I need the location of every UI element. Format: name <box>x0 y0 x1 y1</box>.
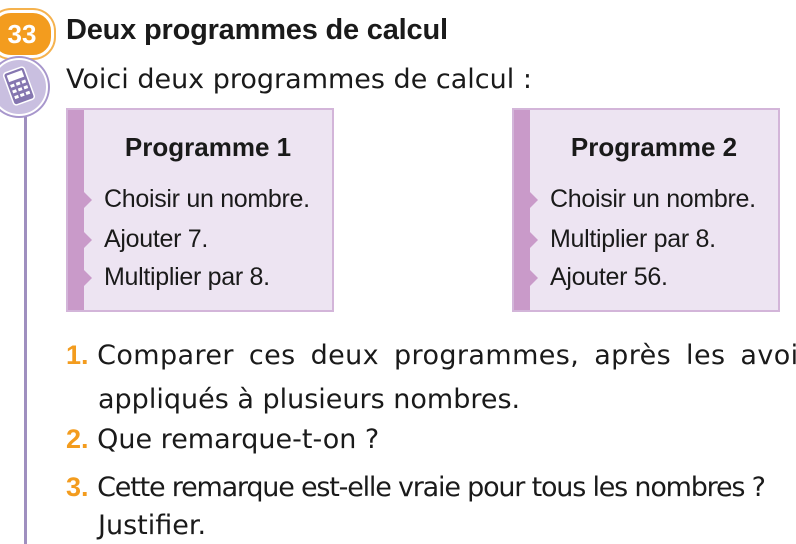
calculator-glyph <box>2 66 36 106</box>
question-text: Comparer ces deux programmes, après les … <box>97 340 796 371</box>
step-arrow-icon <box>84 192 92 208</box>
question-number: 3. <box>66 472 89 502</box>
step-arrow-icon <box>84 270 92 286</box>
program-box-2: Programme 2 Choisir un nombre. Multiplie… <box>512 108 780 312</box>
question-3-continuation: Justifier. <box>98 510 207 541</box>
exercise-number-badge: 33 <box>0 10 54 58</box>
step-label: Choisir un nombre. <box>104 185 310 213</box>
exercise-title: Deux programmes de calcul <box>66 14 448 46</box>
exercise-intro: Voici deux programmes de calcul : <box>66 64 532 95</box>
step-arrow-icon <box>530 270 538 286</box>
program-box-1: Programme 1 Choisir un nombre. Ajouter 7… <box>66 108 334 312</box>
question-number: 1. <box>66 340 89 370</box>
program-box-strip <box>514 110 530 310</box>
step-arrow-icon <box>530 232 538 248</box>
margin-rule <box>24 100 27 544</box>
step-arrow-icon <box>84 232 92 248</box>
calculator-icon <box>0 58 48 116</box>
program-box-strip <box>68 110 84 310</box>
question-text: Cette remarque est-elle vraie pour tous … <box>97 472 766 503</box>
question-number: 2. <box>66 424 89 454</box>
program-title: Programme 1 <box>124 132 292 162</box>
question-text: Que remarque-t-on ? <box>97 424 380 455</box>
step-label: Choisir un nombre. <box>550 185 756 213</box>
step-label: Multiplier par 8. <box>104 263 270 291</box>
question-3: 3. Cette remarque est-elle vraie pour to… <box>66 472 766 503</box>
step-label: Multiplier par 8. <box>550 225 716 253</box>
question-1-continuation: appliqués à plusieurs nombres. <box>98 384 521 415</box>
question-1: 1. Comparer ces deux programmes, après l… <box>66 340 796 371</box>
step-arrow-icon <box>530 192 538 208</box>
program-title: Programme 2 <box>570 132 738 162</box>
question-2: 2. Que remarque-t-on ? <box>66 424 379 455</box>
step-label: Ajouter 7. <box>104 225 209 253</box>
exercise-page: 33 Deux programmes de calcul Voici deux … <box>0 0 796 544</box>
step-label: Ajouter 56. <box>550 263 668 291</box>
